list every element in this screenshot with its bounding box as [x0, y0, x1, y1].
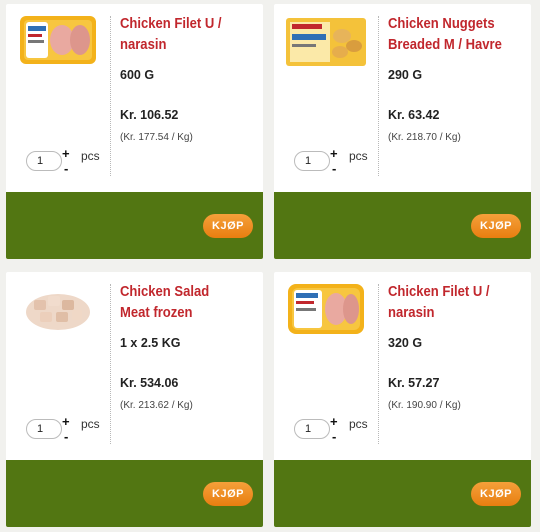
product-weight: 1 x 2.5 KG	[120, 336, 181, 350]
buy-button[interactable]: KJØP	[203, 214, 253, 238]
quantity-input[interactable]	[294, 419, 330, 439]
divider	[110, 16, 111, 176]
divider	[378, 284, 379, 444]
product-card: Chicken Nuggets Breaded M / Havre 290 G …	[274, 4, 531, 259]
product-weight: 290 G	[388, 68, 423, 82]
quantity-input[interactable]	[294, 151, 330, 171]
product-price: Kr. 534.06	[120, 376, 179, 390]
product-card: Chicken Filet U / narasin 600 G Kr. 106.…	[6, 4, 263, 259]
product-name[interactable]: Chicken Salad Meat frozen	[120, 282, 242, 324]
unit-price: (Kr. 213.62 / Kg)	[120, 400, 193, 411]
diced-chicken-meat-image[interactable]	[14, 278, 102, 340]
decrement-button[interactable]: -	[64, 161, 68, 176]
increment-button[interactable]: +	[62, 146, 70, 161]
increment-button[interactable]: +	[62, 414, 70, 429]
chicken-filet-tray-image[interactable]	[14, 10, 102, 72]
product-name[interactable]: Chicken Filet U / narasin	[388, 282, 510, 324]
card-footer: KJØP	[6, 192, 263, 259]
product-price: Kr. 57.27	[388, 376, 440, 390]
unit-label: pcs	[81, 417, 100, 431]
unit-label: pcs	[349, 149, 368, 163]
product-weight: 320 G	[388, 336, 423, 350]
card-footer: KJØP	[274, 192, 531, 259]
increment-button[interactable]: +	[330, 414, 338, 429]
divider	[110, 284, 111, 444]
product-price: Kr. 63.42	[388, 108, 440, 122]
unit-label: pcs	[81, 149, 100, 163]
chicken-filet-tray-image[interactable]	[282, 278, 370, 340]
card-footer: KJØP	[6, 460, 263, 527]
unit-label: pcs	[349, 417, 368, 431]
product-card: Chicken Salad Meat frozen 1 x 2.5 KG Kr.…	[6, 272, 263, 527]
product-price: Kr. 106.52	[120, 108, 179, 122]
buy-button[interactable]: KJØP	[203, 482, 253, 506]
quantity-input[interactable]	[26, 419, 62, 439]
unit-price: (Kr. 218.70 / Kg)	[388, 132, 461, 143]
product-name[interactable]: Chicken Filet U / narasin	[120, 14, 242, 56]
chicken-nuggets-bag-image[interactable]	[282, 10, 370, 72]
buy-button[interactable]: KJØP	[471, 482, 521, 506]
quantity-input[interactable]	[26, 151, 62, 171]
divider	[378, 16, 379, 176]
buy-button[interactable]: KJØP	[471, 214, 521, 238]
product-card: Chicken Filet U / narasin 320 G Kr. 57.2…	[274, 272, 531, 527]
decrement-button[interactable]: -	[332, 429, 336, 444]
product-name[interactable]: Chicken Nuggets Breaded M / Havre	[388, 14, 510, 56]
unit-price: (Kr. 190.90 / Kg)	[388, 400, 461, 411]
unit-price: (Kr. 177.54 / Kg)	[120, 132, 193, 143]
decrement-button[interactable]: -	[64, 429, 68, 444]
decrement-button[interactable]: -	[332, 161, 336, 176]
card-footer: KJØP	[274, 460, 531, 527]
product-weight: 600 G	[120, 68, 155, 82]
increment-button[interactable]: +	[330, 146, 338, 161]
